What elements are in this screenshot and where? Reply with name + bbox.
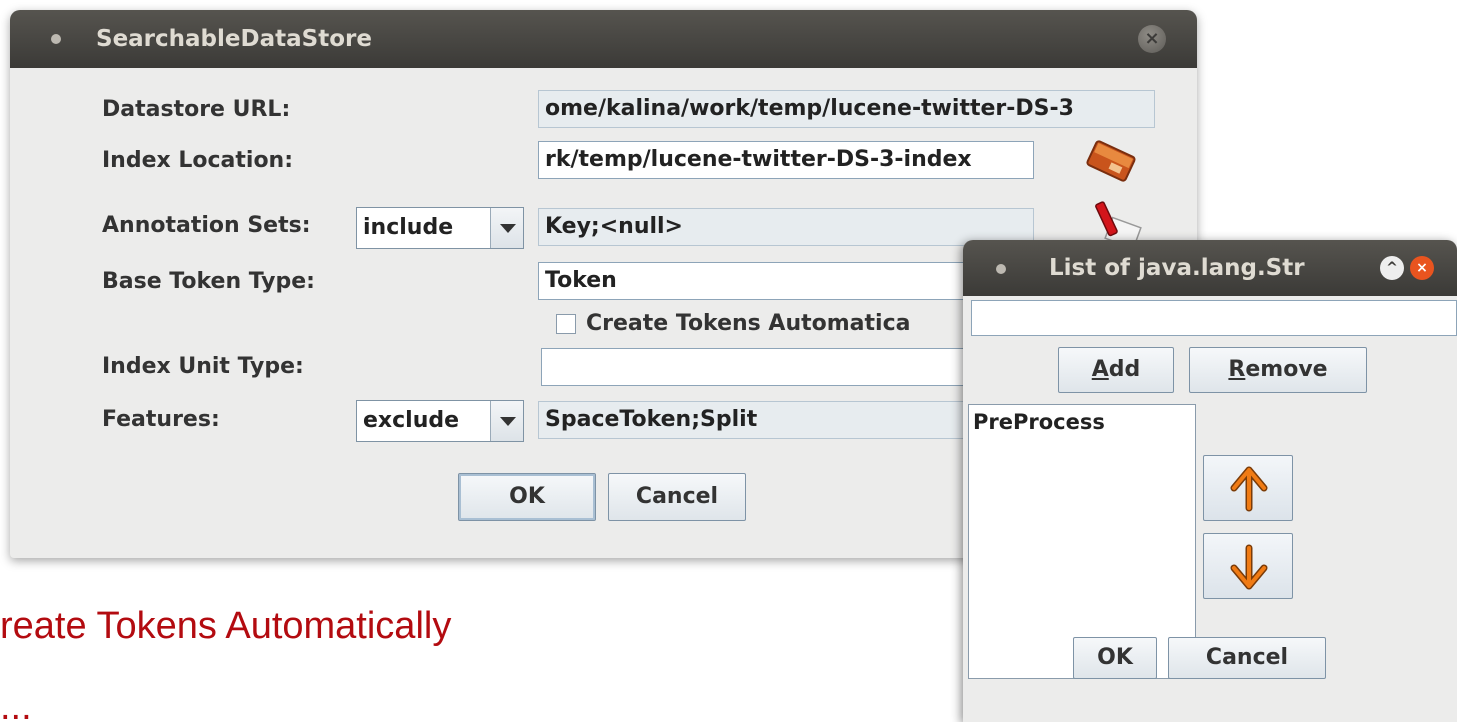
features-mode-value: exclude bbox=[363, 408, 460, 433]
list-item[interactable]: PreProcess bbox=[969, 405, 1195, 439]
create-tokens-label[interactable]: Create Tokens Automatica bbox=[586, 308, 910, 340]
add-label: dd bbox=[1108, 357, 1141, 382]
index-unit-type-field[interactable] bbox=[541, 348, 1034, 386]
datastore-url-label: Datastore URL: bbox=[102, 97, 291, 122]
slide-heading: reate Tokens Automatically bbox=[0, 605, 452, 647]
cancel-button[interactable]: Cancel bbox=[608, 473, 746, 521]
list-dialog-title: List of java.lang.Str bbox=[1049, 255, 1305, 281]
list-dialog-titlebar[interactable]: List of java.lang.Str ^ × bbox=[963, 240, 1457, 296]
remove-mnemonic: R bbox=[1228, 357, 1246, 382]
close-icon[interactable]: × bbox=[1138, 25, 1166, 53]
annotation-sets-label: Annotation Sets: bbox=[102, 213, 311, 238]
move-down-button[interactable] bbox=[1203, 533, 1293, 599]
datastore-url-field[interactable]: ome/kalina/work/temp/lucene-twitter-DS-3 bbox=[538, 90, 1155, 128]
new-item-input[interactable] bbox=[971, 300, 1457, 336]
index-location-field[interactable]: rk/temp/lucene-twitter-DS-3-index bbox=[538, 141, 1034, 179]
remove-button[interactable]: Remove bbox=[1189, 347, 1367, 393]
create-tokens-checkbox[interactable] bbox=[556, 314, 576, 334]
maximize-icon[interactable]: ^ bbox=[1380, 256, 1404, 280]
arrow-down-icon bbox=[1230, 544, 1268, 590]
main-dialog-title: SearchableDataStore bbox=[96, 26, 372, 52]
chevron-down-icon[interactable] bbox=[490, 401, 523, 441]
move-up-button[interactable] bbox=[1203, 455, 1293, 521]
features-field[interactable]: SpaceToken;Split bbox=[538, 401, 1034, 439]
base-token-type-label: Base Token Type: bbox=[102, 269, 315, 294]
add-mnemonic: A bbox=[1091, 357, 1109, 382]
window-menu-icon[interactable] bbox=[51, 34, 61, 44]
list-cancel-button[interactable]: Cancel bbox=[1168, 637, 1326, 679]
chevron-down-icon[interactable] bbox=[490, 208, 523, 248]
open-folder-icon[interactable] bbox=[1082, 136, 1140, 186]
main-dialog-titlebar[interactable]: SearchableDataStore × bbox=[10, 10, 1197, 68]
add-button[interactable]: Add bbox=[1058, 347, 1174, 393]
index-unit-type-label: Index Unit Type: bbox=[102, 354, 304, 379]
list-ok-button[interactable]: OK bbox=[1073, 637, 1157, 679]
arrow-up-icon bbox=[1230, 466, 1268, 512]
annotation-sets-field[interactable]: Key;<null> bbox=[538, 208, 1034, 246]
base-token-type-field[interactable]: Token bbox=[538, 262, 1034, 300]
index-location-label: Index Location: bbox=[102, 148, 294, 173]
window-menu-icon[interactable] bbox=[996, 264, 1006, 274]
string-list-editor-dialog: List of java.lang.Str ^ × Add Remove Pre… bbox=[963, 240, 1457, 722]
features-mode-combo[interactable]: exclude bbox=[356, 400, 524, 442]
annotation-sets-mode-value: include bbox=[363, 215, 454, 240]
slide-line-cut: ... bbox=[0, 686, 32, 722]
remove-label: emove bbox=[1245, 357, 1328, 382]
features-label: Features: bbox=[102, 407, 220, 432]
ok-button[interactable]: OK bbox=[458, 473, 596, 521]
annotation-sets-mode-combo[interactable]: include bbox=[356, 207, 524, 249]
close-icon[interactable]: × bbox=[1410, 256, 1434, 280]
